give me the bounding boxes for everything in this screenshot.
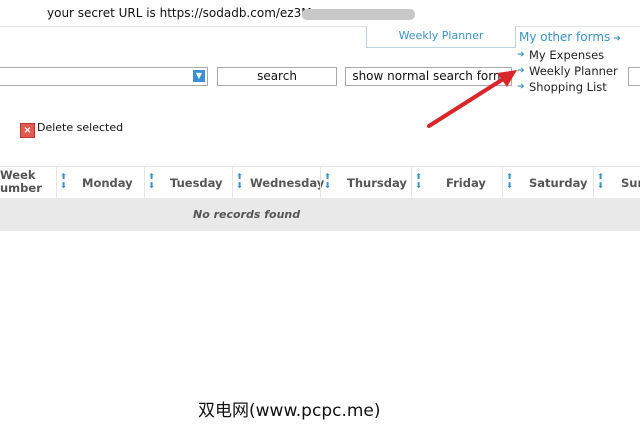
tab-weekly-planner[interactable]: Weekly Planner [366, 26, 516, 48]
column-header-wednesday[interactable]: ⬆ ⬇ Wednesday [232, 167, 324, 198]
column-header-tuesday[interactable]: ⬆ ⬇ Tuesday [144, 167, 232, 198]
empty-table-row: No records found [0, 198, 640, 231]
tab-weekly-planner-label: Weekly Planner [398, 29, 484, 42]
delete-x-icon: × [20, 123, 35, 138]
column-label: Tuesday [170, 176, 223, 190]
menu-item-label: Shopping List [529, 80, 607, 94]
column-label: Thursday [347, 176, 407, 190]
bullet-arrow-icon: ➔ [517, 66, 525, 76]
search-button[interactable]: search [217, 67, 337, 86]
column-label: Saturday [529, 176, 588, 190]
column-header-saturday[interactable]: ⬆ ⬇ Saturday [502, 167, 593, 198]
sort-icon[interactable]: ⬆ ⬇ [324, 172, 331, 190]
menu-item-my-expenses[interactable]: ➔ My Expenses [516, 47, 640, 63]
sort-icon[interactable]: ⬆ ⬇ [60, 172, 67, 190]
other-forms-menu: ➔ My Expenses ➔ Weekly Planner ➔ Shoppin… [516, 47, 640, 95]
week-header-line2: umber [0, 181, 42, 195]
column-header-monday[interactable]: ⬆ ⬇ Monday [56, 167, 144, 198]
column-header-week-number[interactable]: Week umber [0, 167, 56, 198]
column-header-thursday[interactable]: ⬆ ⬇ Thursday [320, 167, 411, 198]
table-header: Week umber ⬆ ⬇ Monday ⬆ ⬇ Tuesday ⬆ ⬇ Wedne… [0, 166, 640, 198]
column-label: Sun [621, 176, 640, 190]
bullet-arrow-icon: ➔ [517, 82, 525, 92]
menu-item-label: My Expenses [529, 48, 605, 62]
no-records-message: No records found [193, 208, 301, 221]
column-label: Monday [82, 176, 133, 190]
search-field-select[interactable]: ▼ [0, 67, 208, 86]
column-header-sunday[interactable]: ⬆⬇ Sun [593, 167, 640, 198]
redacted-url-blur [302, 9, 415, 20]
chevron-down-icon[interactable]: ▼ [193, 70, 205, 82]
menu-item-shopping-list[interactable]: ➔ Shopping List [516, 79, 640, 95]
my-other-forms-label: My other forms [519, 30, 611, 44]
column-label: Wednesday [250, 176, 325, 190]
top-bar: your secret URL is https://sodadb.com/ez… [0, 0, 640, 27]
sort-icon[interactable]: ⬆ ⬇ [148, 172, 155, 190]
secret-url-text: your secret URL is https://sodadb.com/ez… [47, 6, 312, 20]
bullet-arrow-icon: ➔ [517, 50, 525, 60]
delete-selected-label: Delete selected [37, 121, 124, 134]
menu-item-weekly-planner[interactable]: ➔ Weekly Planner [516, 63, 640, 79]
sort-icon[interactable]: ⬆ ⬇ [236, 172, 243, 190]
my-other-forms-link[interactable]: My other forms ➔ [519, 30, 621, 44]
column-label: Friday [446, 176, 486, 190]
menu-item-label: Weekly Planner [529, 64, 618, 78]
arrow-right-icon: ➔ [613, 34, 621, 44]
sort-icon[interactable]: ⬆ ⬇ [597, 172, 604, 190]
sort-icon[interactable]: ⬆ ⬇ [415, 172, 422, 190]
delete-selected-button[interactable]: × Delete selected [20, 121, 123, 138]
show-normal-search-button[interactable]: show normal search form [345, 67, 512, 86]
watermark-text: 双电网(www.pcpc.me) [198, 401, 381, 421]
sort-icon[interactable]: ⬆ ⬇ [506, 172, 513, 190]
week-header-line1: Week [0, 168, 36, 182]
partial-input-box[interactable] [628, 67, 640, 86]
column-header-friday[interactable]: ⬆ ⬇ Friday [411, 167, 502, 198]
